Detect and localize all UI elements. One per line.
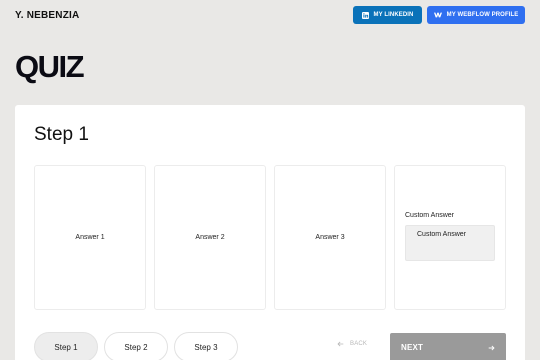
page-title: QUIZ	[15, 49, 85, 84]
answer-option-3[interactable]: Answer 3	[274, 165, 386, 310]
answer-option-1[interactable]: Answer 1	[34, 165, 146, 310]
arrow-right-icon	[488, 343, 495, 351]
webflow-label: MY WEBFLOW PROFILE	[446, 12, 519, 18]
webflow-profile-button[interactable]: MY WEBFLOW PROFILE	[427, 6, 525, 24]
webflow-icon	[433, 12, 442, 18]
custom-answer-option[interactable]: Custom Answer Custom Answer	[394, 165, 506, 310]
linkedin-label: MY LINKEDIN	[373, 12, 414, 18]
answer-label: Answer 2	[195, 234, 225, 241]
step-navigation: Step 1 Step 2 Step 3	[34, 332, 238, 360]
next-button[interactable]: NEXT	[390, 333, 506, 360]
linkedin-button[interactable]: MY LINKEDIN	[353, 6, 422, 24]
custom-answer-input[interactable]: Custom Answer	[405, 225, 495, 261]
custom-answer-label: Custom Answer	[405, 212, 455, 219]
quiz-card: Step 1 Answer 1 Answer 2 Answer 3 Custom…	[15, 105, 525, 360]
answer-options: Answer 1 Answer 2 Answer 3 Custom Answer…	[34, 165, 506, 310]
step-pill-2[interactable]: Step 2	[104, 332, 168, 360]
arrow-left-icon	[337, 341, 344, 347]
answer-option-2[interactable]: Answer 2	[154, 165, 266, 310]
step-title: Step 1	[34, 124, 89, 145]
back-label: BACK	[350, 341, 368, 347]
linkedin-icon	[361, 11, 369, 19]
back-button[interactable]: BACK	[337, 341, 367, 347]
answer-label: Answer 3	[315, 234, 345, 241]
header-actions: MY LINKEDIN MY WEBFLOW PROFILE	[353, 6, 525, 24]
step-pill-3[interactable]: Step 3	[174, 332, 238, 360]
brand-logo[interactable]: Y. NEBENZIA	[15, 10, 79, 21]
next-label: NEXT	[401, 343, 424, 352]
step-pill-1[interactable]: Step 1	[34, 332, 98, 360]
answer-label: Answer 1	[75, 234, 105, 241]
